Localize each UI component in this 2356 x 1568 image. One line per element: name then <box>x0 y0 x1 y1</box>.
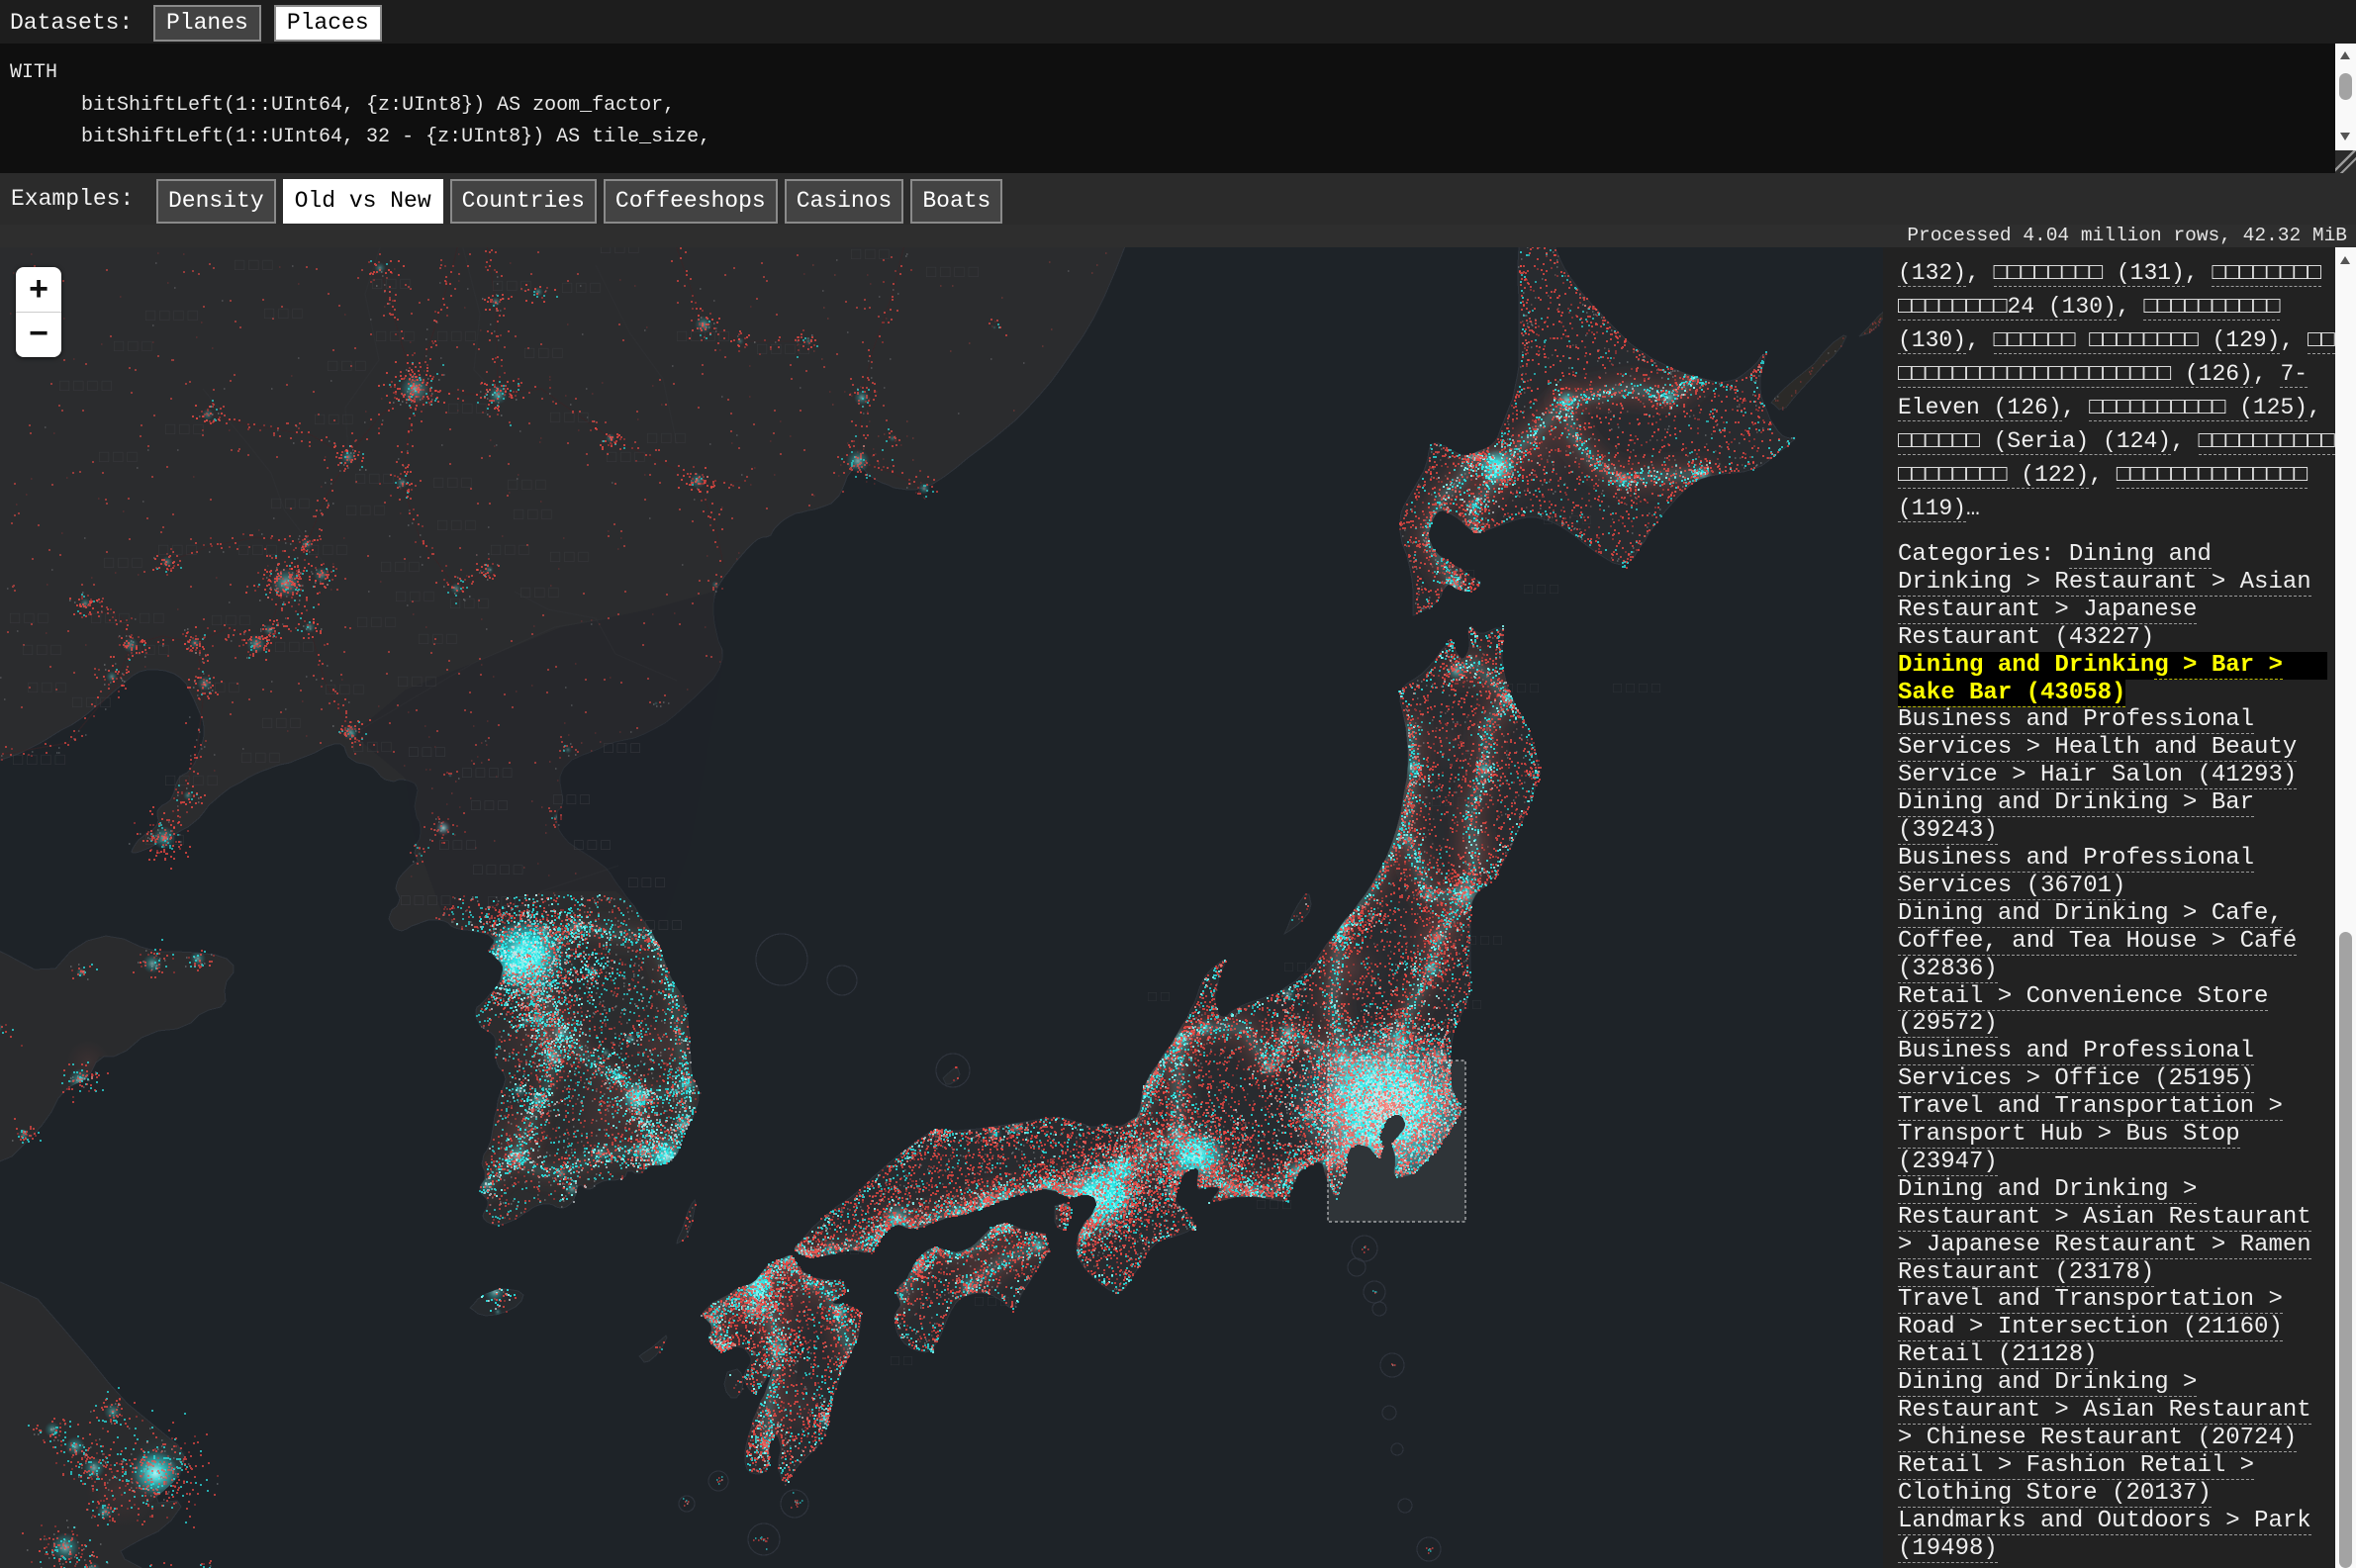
svg-text:□□□: □□□ <box>23 642 65 661</box>
svg-text:□□□□: □□□□ <box>165 773 222 791</box>
svg-text:□□□□: □□□□ <box>926 264 983 283</box>
svg-text:□□□: □□□ <box>601 247 643 259</box>
svg-text:□□□: □□□ <box>381 559 424 578</box>
svg-text:□□□: □□□ <box>235 257 277 276</box>
svg-text:□□□: □□□ <box>315 412 357 430</box>
svg-text:□□□□: □□□□ <box>1613 681 1664 697</box>
svg-text:□□□: □□□ <box>1447 997 1485 1014</box>
svg-text:□□□: □□□ <box>1257 1197 1295 1214</box>
svg-text:□□□□: □□□□ <box>1544 512 1595 529</box>
svg-text:□□□: □□□ <box>1524 582 1562 599</box>
svg-text:□□□: □□□ <box>488 893 528 911</box>
svg-text:□□□: □□□ <box>645 917 686 935</box>
svg-text:□□□: □□□ <box>1432 794 1470 811</box>
svg-text:□□□: □□□ <box>1464 750 1503 767</box>
svg-text:□□□□: □□□□ <box>13 752 69 771</box>
svg-text:□□□: □□□ <box>574 837 614 855</box>
svg-text:□□□: □□□ <box>158 542 201 561</box>
svg-text:□□□: □□□ <box>145 832 188 851</box>
svg-text:□□□: □□□ <box>10 610 52 629</box>
svg-text:□□□: □□□ <box>491 542 533 561</box>
svg-text:□□: □□ <box>140 610 167 629</box>
svg-text:□□□: □□□ <box>201 680 243 698</box>
svg-text:□□□: □□□ <box>376 328 419 347</box>
svg-text:□□□□: □□□□ <box>473 862 526 879</box>
svg-text:□□□: □□□ <box>493 278 535 297</box>
svg-text:□□□: □□□ <box>419 631 461 650</box>
svg-text:□□: □□ <box>891 1353 916 1370</box>
svg-text:□□□: □□□ <box>550 410 593 428</box>
svg-text:□□□: □□□ <box>264 306 307 324</box>
svg-text:□□□: □□□ <box>520 585 563 603</box>
svg-text:□□□: □□□ <box>437 328 480 347</box>
svg-text:□□□: □□□ <box>550 549 593 568</box>
svg-text:□□□: □□□ <box>1284 960 1323 976</box>
svg-text:□□□□: □□□□ <box>811 1243 863 1259</box>
svg-text:□□□: □□□ <box>628 875 669 892</box>
svg-text:□□□: □□□ <box>165 421 208 440</box>
svg-text:□□□□: □□□□ <box>401 892 454 910</box>
svg-text:□□□: □□□ <box>975 1294 1013 1311</box>
svg-text:□□□: □□□ <box>396 589 438 607</box>
svg-text:□□: □□ <box>1148 989 1174 1006</box>
svg-text:□□□: □□□ <box>553 791 594 809</box>
svg-text:□□□: □□□ <box>131 642 173 661</box>
svg-text:□□□: □□□ <box>114 338 156 357</box>
svg-text:□□□□: □□□□ <box>462 765 516 783</box>
svg-text:□□□: □□□ <box>607 449 649 468</box>
svg-text:□□□□: □□□□ <box>1455 933 1506 950</box>
svg-text:□□□: □□□ <box>514 507 556 525</box>
svg-text:□□□□: □□□□ <box>59 378 116 397</box>
svg-text:□□□: □□□ <box>99 449 141 468</box>
svg-text:□□□: □□□ <box>524 345 567 364</box>
svg-text:□□□: □□□ <box>1440 567 1478 584</box>
svg-text:□□□□: □□□□ <box>145 308 202 326</box>
svg-text:□□□: □□□ <box>604 740 644 758</box>
svg-text:□□□: □□□ <box>1504 681 1543 697</box>
svg-text:□□□: □□□ <box>346 503 389 521</box>
svg-text:□□□: □□□ <box>508 477 550 496</box>
svg-text:□□□: □□□ <box>471 797 512 815</box>
svg-text:□□□□: □□□□ <box>757 341 813 360</box>
svg-text:□□□: □□□ <box>439 837 480 855</box>
svg-text:□□□: □□□ <box>448 401 491 419</box>
svg-text:□□□: □□□ <box>271 496 314 514</box>
svg-text:□□□: □□□ <box>357 614 400 633</box>
svg-text:□□□: □□□ <box>437 517 480 536</box>
svg-text:□□□: □□□ <box>262 715 305 734</box>
svg-text:□□□: □□□ <box>212 612 254 631</box>
svg-text:□□□: □□□ <box>647 430 690 449</box>
svg-text:□□□: □□□ <box>433 475 476 494</box>
svg-text:□□□: □□□ <box>104 555 146 574</box>
svg-text:□□□: □□□ <box>398 674 440 692</box>
svg-text:□□□: □□□ <box>409 744 449 762</box>
svg-text:□□□: □□□ <box>328 358 370 377</box>
svg-text:□□□: □□□ <box>241 750 284 769</box>
svg-text:□□□: □□□ <box>72 694 115 713</box>
svg-text:□□□: □□□ <box>372 276 415 295</box>
svg-text:□□□: □□□ <box>353 739 396 758</box>
svg-text:□□□: □□□ <box>562 280 605 299</box>
svg-text:□□□: □□□ <box>238 542 281 561</box>
svg-text:□□□: □□□ <box>851 247 894 265</box>
svg-text:□□□: □□□ <box>91 610 134 629</box>
svg-text:□□□: □□□ <box>275 639 318 658</box>
svg-text:□□□: □□□ <box>309 542 351 561</box>
svg-text:□□□: □□□ <box>326 682 368 700</box>
svg-text:□□□□: □□□□ <box>677 328 733 347</box>
svg-text:□□□: □□□ <box>355 471 398 490</box>
svg-text:□□□: □□□ <box>28 680 70 698</box>
svg-text:□□□: □□□ <box>450 596 493 614</box>
